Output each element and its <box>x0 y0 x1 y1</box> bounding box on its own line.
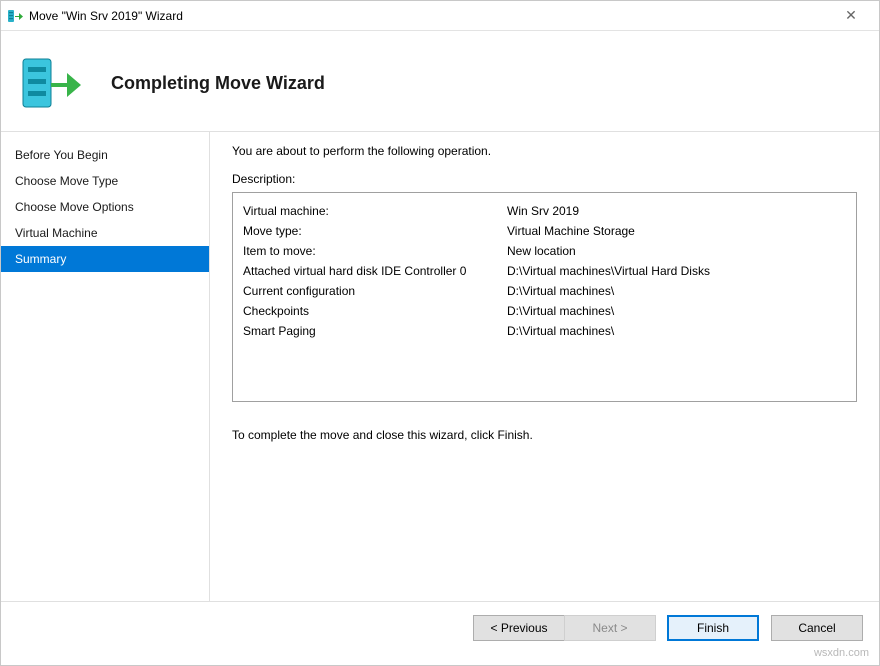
titlebar: Move "Win Srv 2019" Wizard ✕ <box>1 1 879 31</box>
wizard-icon <box>19 51 83 115</box>
finish-button[interactable]: Finish <box>667 615 759 641</box>
step-before-you-begin[interactable]: Before You Begin <box>1 142 209 168</box>
close-icon[interactable]: ✕ <box>831 7 871 24</box>
next-button: Next > <box>564 615 656 641</box>
summary-row: Virtual machine:Win Srv 2019 <box>243 201 846 221</box>
app-icon <box>7 8 23 24</box>
cancel-button[interactable]: Cancel <box>771 615 863 641</box>
step-virtual-machine[interactable]: Virtual Machine <box>1 220 209 246</box>
wizard-footer: < Previous Next > Finish Cancel <box>1 601 879 653</box>
watermark: wsxdn.com <box>814 647 869 659</box>
wizard-content: You are about to perform the following o… <box>209 132 879 601</box>
summary-row: Smart PagingD:\Virtual machines\ <box>243 321 846 341</box>
wizard-steps-list: Before You Begin Choose Move Type Choose… <box>1 132 209 601</box>
step-choose-move-options[interactable]: Choose Move Options <box>1 194 209 220</box>
step-summary[interactable]: Summary <box>1 246 209 272</box>
intro-text: You are about to perform the following o… <box>232 144 857 158</box>
description-box: Virtual machine:Win Srv 2019 Move type:V… <box>232 192 857 402</box>
wizard-header: Completing Move Wizard <box>1 31 879 131</box>
description-label: Description: <box>232 172 857 186</box>
previous-button[interactable]: < Previous <box>473 615 565 641</box>
page-title: Completing Move Wizard <box>111 73 325 94</box>
window-title: Move "Win Srv 2019" Wizard <box>29 9 831 23</box>
summary-row: Current configurationD:\Virtual machines… <box>243 281 846 301</box>
finish-instruction: To complete the move and close this wiza… <box>232 428 857 442</box>
summary-row: Attached virtual hard disk IDE Controlle… <box>243 261 846 281</box>
summary-row: Item to move:New location <box>243 241 846 261</box>
summary-row: Move type:Virtual Machine Storage <box>243 221 846 241</box>
summary-row: CheckpointsD:\Virtual machines\ <box>243 301 846 321</box>
step-choose-move-type[interactable]: Choose Move Type <box>1 168 209 194</box>
